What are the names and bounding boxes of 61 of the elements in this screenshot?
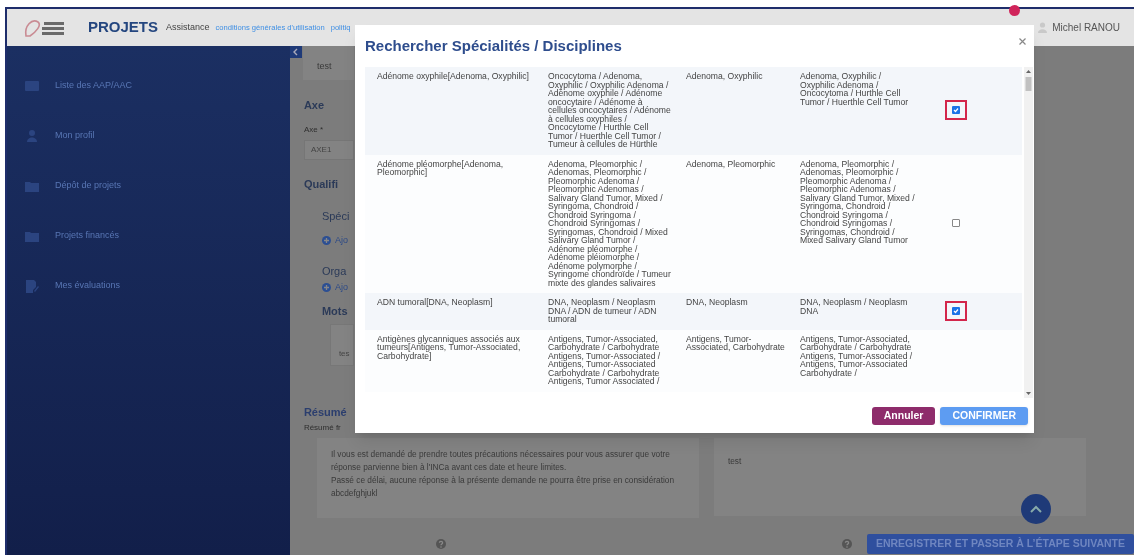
add-link[interactable]: Ajo bbox=[334, 280, 348, 294]
next-step-button[interactable]: ENREGISTRER ET PASSER À L’ÉTAPE SUIVANTE bbox=[866, 533, 1134, 554]
field-label: Résumé fr bbox=[303, 421, 341, 434]
field-label: Axe * bbox=[303, 123, 324, 136]
table-cell-text: DNA, Neoplasm / Neoplasm DNA / ADN de tumeur / ADN tumoral bbox=[548, 298, 658, 324]
folder-icon[interactable] bbox=[25, 180, 39, 192]
checkbox[interactable] bbox=[945, 100, 967, 121]
table-cell: Adenoma, Pleomorphic / Adenomas, Pleomorphic / Pleomorphic Adenoma / Pleomorphic Adenomas / Salivary Gland Tumor, Mixed / Syringoma, Chondroid / Chondroid Syringoma / Chondroid Syringomas / Syringomas, Chondroid / Mixed Salivary Gland Tumor / Adénome pléomorphe / Adénome pléiomorphe / Adénome polymorphe / Syringome chondroïde / Tumeur mixte des glandes salivaires bbox=[548, 159, 672, 287]
sidebar-item[interactable]: Liste des AAP/AAC bbox=[55, 79, 133, 93]
user-name[interactable]: Michel RANOU bbox=[1052, 20, 1120, 35]
table-cell-text: Antigens, Tumor-Associated, Carbohydrate / Carbohydrate Antigens, Tumor-Associated / Antigens, Tumor-Associated Carbohydrate / Carbohydrate Antigens, Tumor Associated / bbox=[548, 334, 662, 386]
table-cell-text: DNA, Neoplasm bbox=[686, 298, 749, 307]
subsection-heading: Mots bbox=[321, 304, 349, 319]
table-cell-text: Adenoma, Oxyphilic bbox=[686, 72, 764, 81]
add-icon[interactable] bbox=[321, 235, 331, 245]
sidebar-item[interactable]: Mon profil bbox=[55, 129, 95, 143]
checkmark-icon bbox=[953, 107, 959, 114]
table-cell: Adenoma, Pleomorphic / Adenomas, Pleomorphic / Pleomorphic Adenoma / Pleomorphic Adenomas / Salivary Gland Tumor, Mixed / Syringoma, Chondroid / Chondroid Syringoma / Chondroid Syringomas / Syringomas, Chondroid / Mixed Salivary Gland Tumor bbox=[800, 159, 916, 245]
subsection-heading: Spéci bbox=[321, 209, 351, 224]
notification-badge[interactable] bbox=[1009, 5, 1021, 16]
sidebar-item[interactable]: Projets financés bbox=[55, 229, 120, 243]
close-icon[interactable] bbox=[1019, 38, 1026, 45]
app-title: PROJETS bbox=[88, 17, 159, 38]
checkmark-icon bbox=[953, 307, 959, 314]
dialog-title: Rechercher Spécialités / Disciplines bbox=[365, 35, 622, 56]
table-cell-text: Antigènes glycanniques associés aux tumeurs[Antigens, Tumor-Associated, Carbohydrate] bbox=[377, 334, 522, 360]
section-heading: Axe bbox=[303, 98, 326, 113]
help-icon[interactable] bbox=[841, 538, 852, 549]
table-cell: Antigens, Tumor-Associated, Carbohydrate bbox=[686, 334, 786, 352]
table-cell-text: Adenoma, Oxyphilic / Oxyphilic Adenoma / Oncocytoma / Hurthle Cell Tumor / Huerthle Cell Tumor bbox=[800, 72, 910, 106]
sidebar-item[interactable]: Dépôt de projets bbox=[55, 179, 122, 193]
chevron-up-icon bbox=[1029, 505, 1042, 513]
table-cell-text: Adénome pléomorphe[Adenoma, Pleomorphic] bbox=[377, 159, 505, 177]
section-heading: Résumé bbox=[303, 405, 347, 420]
table-cell: Oncocytoma / Adenoma, Oxyphilic / Oxyphilic Adenoma / Adénome oxyphile / Adénome oncocytaire / Adénome à cellules oncocytaires / Adénome à cellules oxyphiles / Oncocytome / Hurthle Cell Tumor / Huerthle Cell Tumor / Tumeur à cellules de Hürthle bbox=[548, 72, 672, 149]
table-cell-text: Adenoma, Pleomorphic bbox=[686, 159, 777, 168]
checkbox[interactable] bbox=[945, 300, 967, 321]
add-link[interactable]: Ajo bbox=[334, 233, 348, 247]
help-icon[interactable] bbox=[435, 538, 446, 549]
field-value: test bbox=[316, 61, 332, 71]
sidebar-item[interactable]: Mes évaluations bbox=[55, 279, 121, 293]
scrollbar[interactable] bbox=[1024, 67, 1033, 398]
table-cell-text: ADN tumoral[DNA, Neoplasm] bbox=[377, 298, 494, 307]
table-row[interactable]: ADN tumoral[DNA, Neoplasm] DNA, Neoplasm / Neoplasm DNA / ADN de tumeur / ADN tumoral DNA, Neoplasm DNA, Neoplasm / Neoplasm DNA bbox=[365, 293, 1022, 330]
document-edit-icon[interactable] bbox=[25, 279, 39, 293]
checkbox[interactable] bbox=[952, 219, 960, 228]
person-icon[interactable] bbox=[27, 130, 37, 142]
text-area[interactable]: test bbox=[713, 437, 1086, 516]
cancel-button[interactable]: Annuler bbox=[871, 406, 936, 425]
user-icon bbox=[1038, 22, 1048, 33]
header-menu-item[interactable]: Assistance bbox=[166, 20, 210, 35]
section-heading: Qualifi bbox=[303, 176, 340, 192]
folder-icon[interactable] bbox=[25, 230, 39, 242]
select-field[interactable]: AXE1 bbox=[303, 139, 354, 160]
table-cell-text: DNA, Neoplasm / Neoplasm DNA bbox=[800, 298, 909, 315]
table-cell-text: Antigens, Tumor-Associated, Carbohydrate / Carbohydrate Antigens, Tumor-Associated / Antigens, Tumor-Associated Carbohydrate / bbox=[800, 334, 914, 377]
add-icon[interactable] bbox=[321, 282, 331, 292]
table-cell-text: Adénome oxyphile[Adenoma, Oxyphilic] bbox=[377, 72, 530, 81]
confirm-button[interactable]: CONFIRMER bbox=[940, 406, 1028, 425]
subsection-heading: Orga bbox=[321, 264, 348, 279]
table-row[interactable] bbox=[365, 67, 1022, 155]
